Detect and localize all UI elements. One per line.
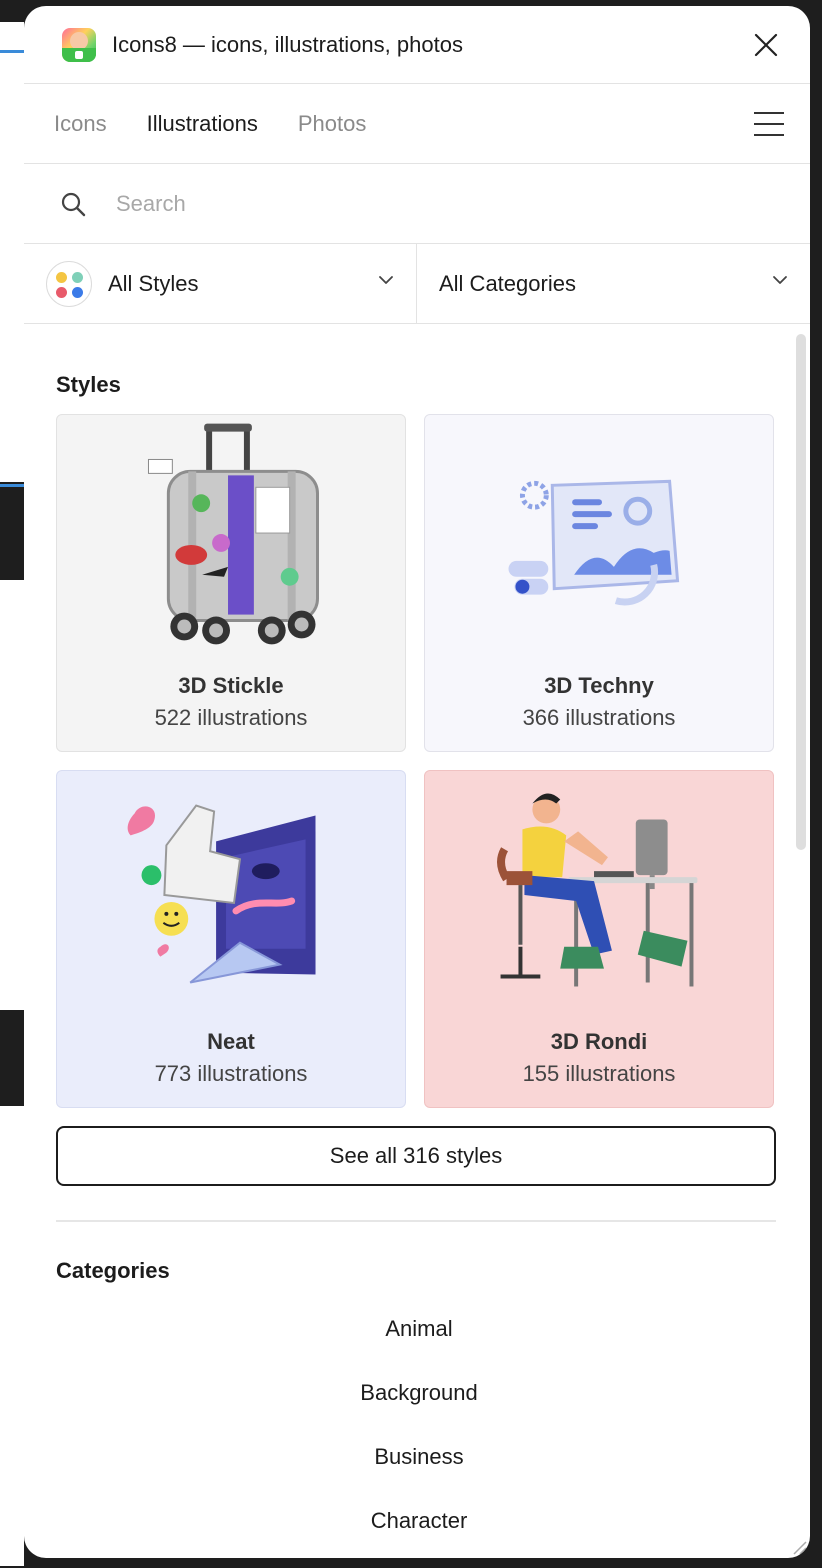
style-card-3d-stickle[interactable]: 3D Stickle 522 illustrations [56,414,406,752]
close-icon [754,33,778,56]
styles-dropdown-label: All Styles [108,270,199,296]
styles-palette-icon [46,260,92,307]
search-input[interactable] [114,189,718,218]
styles-section-title: Styles [56,372,121,397]
category-item-background[interactable]: Background [24,1380,810,1406]
background-accent-line [0,50,24,53]
scrollbar-thumb[interactable] [796,334,806,850]
categories-section-title: Categories [56,1258,170,1283]
style-card-name: 3D Stickle [178,673,284,698]
search-bar [24,164,810,244]
resize-grip-icon[interactable] [788,1536,808,1556]
style-card-count: 155 illustrations [522,1061,676,1086]
background-window-edge [0,22,24,482]
style-card-neat[interactable]: Neat 773 illustrations [56,770,406,1108]
style-card-3d-techny[interactable]: 3D Techny 366 illustrations [424,414,774,752]
icons8-panel: Icons8 — icons, illustrations, photos Ic… [24,6,810,1558]
styles-dropdown[interactable]: All Styles [24,244,417,323]
section-divider [56,1220,776,1222]
chevron-down-icon [773,276,787,284]
style-card-count: 522 illustrations [154,705,308,730]
window-title: Icons8 — icons, illustrations, photos [112,31,463,57]
style-card-name: 3D Rondi [550,1029,648,1054]
hamburger-menu-icon[interactable] [754,110,784,138]
category-item-animal[interactable]: Animal [24,1316,810,1342]
categories-dropdown[interactable]: All Categories [417,244,810,323]
icons8-app-icon [62,27,96,62]
categories-dropdown-label: All Categories [439,270,576,296]
tab-photos[interactable]: Photos [298,111,367,137]
style-card-3d-rondi[interactable]: 3D Rondi 155 illustrations [424,770,774,1108]
close-button[interactable] [750,29,782,61]
style-card-count: 773 illustrations [154,1061,308,1086]
desk-worker-illustration [497,793,698,987]
suitcase-illustration [147,423,319,645]
background-accent-line [0,484,24,487]
category-item-business[interactable]: Business [24,1444,810,1470]
tab-bar: Icons Illustrations Photos [24,84,810,164]
dashboard-illustration [508,479,680,606]
scroll-content: Styles 3D Stickle 522 illustrations 3D T… [24,326,810,1558]
chevron-down-icon [379,276,393,284]
filter-bar: All Styles All Categories [24,244,810,324]
search-icon [61,192,86,216]
background-window-edge [0,580,24,1010]
tab-illustrations[interactable]: Illustrations [147,111,258,137]
style-card-count: 366 illustrations [522,705,676,730]
style-card-name: 3D Techny [544,673,654,698]
style-card-name: Neat [207,1029,255,1054]
thumbs-up-illustration [127,804,316,984]
tab-icons[interactable]: Icons [54,111,107,137]
see-all-styles-button[interactable]: See all 316 styles [56,1126,776,1186]
category-item-character[interactable]: Character [24,1508,810,1534]
title-bar: Icons8 — icons, illustrations, photos [24,6,810,84]
background-window-edge [0,1106,24,1566]
